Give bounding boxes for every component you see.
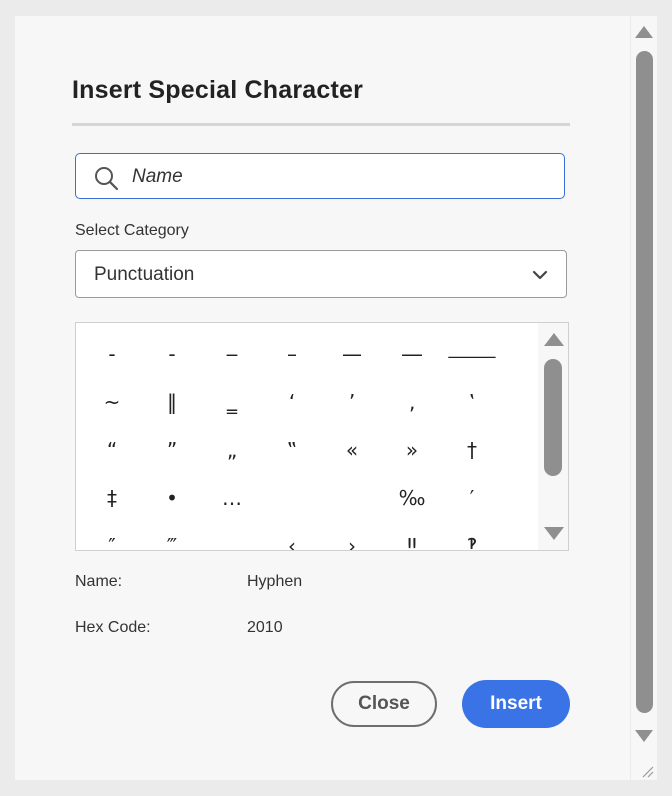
hex-code-value: 2010 xyxy=(247,619,283,636)
character-cell[interactable]: • xyxy=(142,475,202,521)
character-cell[interactable]: ⸻ xyxy=(442,331,502,377)
character-cell[interactable]: ‹ xyxy=(262,523,322,550)
character-cell[interactable]: ” xyxy=(142,427,202,473)
select-category-label: Select Category xyxy=(75,222,189,239)
character-cell[interactable]: – xyxy=(262,331,322,377)
scroll-up-arrow-icon[interactable] xyxy=(544,333,564,346)
name-label: Name: xyxy=(75,573,123,590)
scroll-down-arrow-icon[interactable] xyxy=(544,527,564,540)
character-cell[interactable]: “ xyxy=(82,427,142,473)
character-cell[interactable]: ‘ xyxy=(262,379,322,425)
character-cell[interactable]: — xyxy=(322,331,382,377)
resize-handle[interactable] xyxy=(631,756,657,780)
character-cell[interactable]: ‖ xyxy=(142,379,202,425)
dialog-title: Insert Special Character xyxy=(72,76,364,104)
resize-grip-icon xyxy=(642,766,654,778)
page-scrollbar[interactable] xyxy=(631,16,657,756)
character-cell[interactable]: ″ xyxy=(82,523,142,550)
character-cell[interactable]: ― xyxy=(382,331,442,377)
character-cell[interactable]: † xyxy=(442,427,502,473)
insert-special-character-dialog: Insert Special Character Select Category… xyxy=(15,16,630,780)
character-grid-scrollbar[interactable] xyxy=(538,323,568,550)
character-cell[interactable]: ‰ xyxy=(382,475,442,521)
character-cell[interactable]: ‛ xyxy=(442,379,502,425)
character-cell[interactable]: ‟ xyxy=(262,427,322,473)
character-cell[interactable]: ‡ xyxy=(82,475,142,521)
character-cell[interactable]: » xyxy=(382,427,442,473)
character-cell[interactable]: ‒ xyxy=(202,331,262,377)
chevron-down-icon xyxy=(532,270,548,280)
scroll-thumb[interactable] xyxy=(544,359,562,476)
character-cell[interactable]: « xyxy=(322,427,382,473)
search-input[interactable] xyxy=(130,162,554,192)
character-cell[interactable]: ‚ xyxy=(382,379,442,425)
name-value: Hyphen xyxy=(247,573,303,590)
character-cell[interactable]: ‑ xyxy=(142,331,202,377)
search-field[interactable] xyxy=(75,153,565,199)
character-cell[interactable]: ~ xyxy=(82,379,142,425)
character-cell[interactable] xyxy=(262,475,322,521)
character-cell[interactable]: › xyxy=(322,523,382,550)
character-cell[interactable]: ‴ xyxy=(142,523,202,550)
page-scroll-thumb[interactable] xyxy=(636,51,653,713)
category-select[interactable]: Punctuation xyxy=(75,250,567,298)
scroll-down-arrow-icon[interactable] xyxy=(635,730,653,742)
character-cell[interactable]: ‼ xyxy=(382,523,442,550)
character-cell[interactable] xyxy=(322,475,382,521)
character-cell[interactable]: „ xyxy=(202,427,262,473)
character-grid[interactable]: ‐ ‑ ‒ – — ― ⸻ ~ ‖ ‗ ‘’ ‚ ‛ “” „ ‟ «» † ‡ •… ‰ ′ ″ ‴ ‹ › ‼ ‽ xyxy=(75,322,569,551)
character-cell[interactable]: ‗ xyxy=(202,379,262,425)
close-button[interactable]: Close xyxy=(331,681,437,727)
insert-button[interactable]: Insert xyxy=(462,680,570,728)
character-cell[interactable]: ’ xyxy=(322,379,382,425)
character-cell[interactable]: ′ xyxy=(442,475,502,521)
character-cell[interactable]: … xyxy=(202,475,262,521)
character-cell[interactable] xyxy=(202,523,262,550)
character-cell[interactable]: ‐ xyxy=(82,331,142,377)
hex-code-label: Hex Code: xyxy=(75,619,151,636)
search-icon xyxy=(95,167,119,191)
category-select-value: Punctuation xyxy=(94,264,195,285)
scroll-up-arrow-icon[interactable] xyxy=(635,26,653,38)
character-cell[interactable]: ‽ xyxy=(442,523,502,550)
title-divider xyxy=(72,123,570,126)
